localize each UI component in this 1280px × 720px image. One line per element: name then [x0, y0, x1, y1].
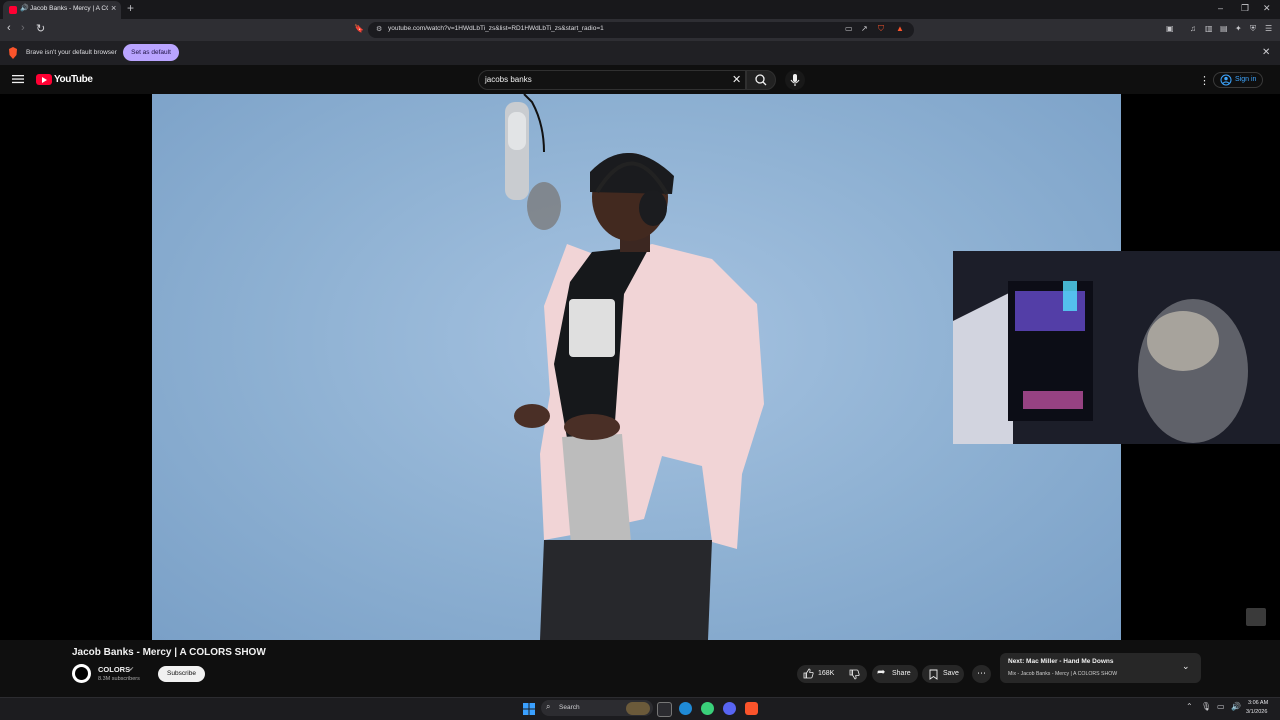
cast-icon[interactable]: ▭ [845, 24, 853, 33]
site-info-icon[interactable]: ⚙ [376, 25, 382, 33]
url-text[interactable]: youtube.com/watch?v=1HWdLbTi_zs&list=RD1… [388, 25, 604, 32]
discord-icon[interactable] [723, 702, 736, 715]
save-icon [929, 669, 938, 680]
dislike-icon[interactable] [849, 669, 860, 680]
address-bar[interactable]: ⚙ youtube.com/watch?v=1HWdLbTi_zs&list=R… [368, 22, 914, 38]
brave-shields-icon[interactable]: ⛉ [878, 24, 884, 34]
window-close-icon[interactable]: ✕ [1263, 3, 1271, 14]
task-view-icon[interactable] [657, 702, 672, 717]
media-icon[interactable]: ♫ [1190, 24, 1196, 33]
clock-time[interactable]: 3:06 AM [1248, 700, 1268, 706]
account-icon [1220, 74, 1232, 86]
youtube-wordmark[interactable]: YouTube [54, 74, 93, 85]
close-tab-icon[interactable]: × [111, 3, 116, 13]
search-icon [755, 74, 767, 86]
guide-menu-icon[interactable] [12, 73, 24, 85]
windows-start-icon[interactable] [523, 703, 535, 715]
like-icon[interactable] [803, 668, 814, 679]
channel-avatar-logo [75, 667, 88, 680]
browser-tab[interactable]: 🔊 Jacob Banks - Mercy | A COLORS SHOW × [3, 1, 121, 19]
default-browser-infobar: Brave isn't your default browser [0, 41, 1280, 65]
minimize-icon[interactable]: – [1218, 3, 1223, 13]
video-title: Jacob Banks - Mercy | A COLORS SHOW [72, 647, 266, 658]
extensions-icon[interactable]: ✦ [1235, 24, 1242, 33]
up-next-playlist: Mix - Jacob Banks - Mercy | A COLORS SHO… [1008, 671, 1118, 677]
more-horizontal-icon: ⋯ [977, 668, 986, 678]
vpn-icon[interactable]: ⛨ [1250, 24, 1256, 34]
taskbar-search-label[interactable]: Search [559, 704, 580, 711]
pop-filter [527, 182, 561, 230]
youtube-play-glyph [42, 77, 47, 83]
search-highlight-icon [626, 702, 650, 715]
edge-icon[interactable] [679, 702, 692, 715]
back-icon[interactable]: ‹ [7, 22, 11, 34]
miniplayer-button[interactable] [1246, 608, 1266, 626]
infobar-close-icon[interactable]: ✕ [1262, 47, 1270, 58]
brave-rewards-icon[interactable]: ▲ [896, 24, 904, 33]
headphones-icon [639, 190, 667, 226]
channel-name[interactable]: COLORS [98, 665, 130, 674]
brave-logo-icon [9, 47, 17, 59]
share-icon: ➦ [877, 667, 886, 678]
search-button[interactable] [746, 70, 776, 90]
share-page-icon[interactable]: ↗ [861, 24, 868, 33]
subscribe-button[interactable]: Subscribe [158, 666, 205, 682]
share-label[interactable]: Share [892, 670, 911, 677]
tab-title: Jacob Banks - Mercy | A COLORS SHOW [30, 5, 108, 12]
clear-search-icon[interactable]: ✕ [732, 73, 741, 86]
set-as-default-button[interactable]: Set as default [123, 44, 179, 61]
tray-overflow-icon[interactable]: ⌃ [1186, 702, 1193, 711]
brave-taskbar-icon[interactable] [745, 702, 758, 715]
microphone-icon [790, 74, 800, 86]
browser-toolbar: ‹ › ↻ 🔖 ⚙ youtube.com/watch?v=1HWdLbTi_z… [0, 19, 1280, 41]
up-next-title[interactable]: Next: Mac Miller - Hand Me Downs [1008, 658, 1113, 665]
new-tab-icon[interactable]: + [127, 1, 134, 15]
forward-icon[interactable]: › [21, 22, 25, 34]
subscriber-count: 8.3M subscribers [98, 676, 140, 682]
chevron-down-icon[interactable]: ⌄ [1182, 661, 1190, 672]
sidebar-icon[interactable]: ▥ [1205, 24, 1213, 33]
webcam-scene [953, 251, 1280, 444]
browser-tab-strip: 🔊 Jacob Banks - Mercy | A COLORS SHOW × … [0, 0, 1280, 19]
streamer-webcam-overlay [953, 251, 1280, 444]
browser-menu-icon[interactable]: ☰ [1265, 24, 1272, 33]
infobar-message: Brave isn't your default browser [26, 49, 117, 56]
tray-network-icon[interactable]: ▭ [1217, 702, 1225, 711]
taskbar-search-icon: ⌕ [546, 702, 551, 711]
reload-icon[interactable]: ↻ [36, 22, 45, 35]
sign-in-label[interactable]: Sign in [1235, 76, 1256, 83]
leo-icon[interactable]: ▣ [1166, 24, 1174, 33]
clock-date[interactable]: 3/1/2026 [1246, 709, 1267, 715]
chrome-icon[interactable] [701, 702, 714, 715]
restore-icon[interactable]: ❐ [1241, 3, 1249, 14]
wallet-icon[interactable]: ▤ [1220, 24, 1228, 33]
search-input[interactable]: jacobs banks [485, 75, 532, 84]
tray-volume-icon[interactable]: 🔊 [1231, 702, 1241, 711]
youtube-favicon-icon [9, 6, 17, 14]
audio-playing-icon[interactable]: 🔊 [20, 4, 29, 12]
bookmark-icon[interactable]: 🔖 [354, 24, 364, 33]
more-options-icon[interactable]: ⋮ [1199, 74, 1210, 87]
tray-mic-icon[interactable]: 🎙 [1201, 702, 1211, 711]
save-label[interactable]: Save [943, 670, 959, 677]
voice-search-button[interactable] [785, 70, 805, 90]
like-count[interactable]: 168K [818, 670, 834, 677]
verified-badge-icon: ✔ [129, 667, 135, 673]
